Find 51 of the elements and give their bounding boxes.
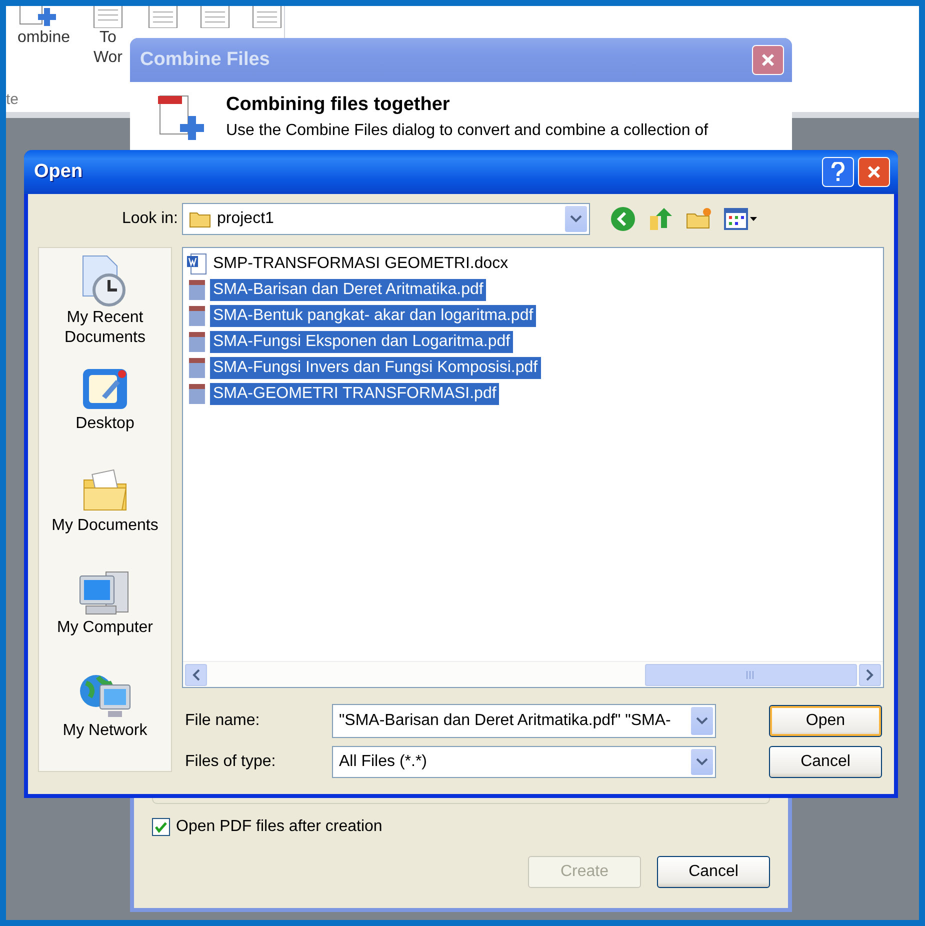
scroll-left-button[interactable] — [185, 664, 207, 686]
pdf-file-icon — [186, 279, 208, 301]
pdf-file-icon — [186, 383, 208, 405]
checkbox-label: Open PDF files after creation — [176, 818, 382, 836]
dialog-button[interactable]: Open — [769, 705, 882, 737]
file-type-label: Files of type: — [185, 753, 277, 771]
file-type-dropdown[interactable]: All Files (*.*) — [332, 746, 716, 778]
file-item[interactable]: SMA-GEOMETRI TRANSFORMASI.pdf — [186, 381, 880, 407]
file-item[interactable]: SMA-Bentuk pangkat- akar dan logaritma.pdf — [186, 303, 880, 329]
scroll-right-button[interactable] — [859, 664, 881, 686]
views-menu-icon[interactable] — [724, 207, 758, 231]
help-button[interactable] — [822, 157, 854, 187]
pdf-file-icon — [186, 357, 208, 379]
close-icon — [866, 164, 882, 180]
ribbon-button-label[interactable]: To Wor — [88, 28, 128, 68]
file-item[interactable]: SMA-Fungsi Invers dan Fungsi Komposisi.pdf — [186, 355, 880, 381]
back-icon[interactable] — [610, 206, 636, 232]
ribbon-button-label[interactable]: ombine — [6, 28, 70, 48]
dialog-heading: Combining files together — [226, 94, 451, 116]
grip-icon — [746, 671, 756, 679]
close-button[interactable] — [752, 45, 784, 75]
help-icon — [831, 162, 845, 182]
ribbon-group-label: te — [6, 91, 20, 110]
close-icon — [760, 52, 776, 68]
look-in-dropdown[interactable]: project1 — [182, 203, 590, 235]
scrollbar-thumb[interactable] — [645, 664, 857, 686]
check-icon — [155, 821, 167, 833]
file-name-field[interactable]: "SMA-Barisan dan Deret Aritmatika.pdf" "SMA- — [332, 704, 716, 738]
folder-icon — [189, 210, 211, 228]
file-item[interactable]: SMP-TRANSFORMASI GEOMETRI.docx — [186, 251, 880, 277]
place-shortcut[interactable]: My Network — [39, 670, 171, 772]
word-file-icon — [186, 253, 208, 275]
open-pdf-checkbox[interactable]: Open PDF files after creation — [152, 818, 770, 836]
dialog-description: Use the Combine Files dialog to convert and combine a collection of — [226, 122, 708, 140]
place-shortcut[interactable]: My Documents — [39, 466, 171, 566]
place-shortcut[interactable]: My Computer — [39, 568, 171, 669]
place-shortcut[interactable]: My Recent Documents — [39, 254, 171, 362]
file-item[interactable]: SMA-Barisan dan Deret Aritmatika.pdf — [186, 277, 880, 303]
look-in-label: Look in: — [120, 210, 179, 228]
file-item[interactable]: SMA-Fungsi Eksponen dan Logaritma.pdf — [186, 329, 880, 355]
place-shortcut[interactable]: Desktop — [39, 364, 171, 464]
checkbox[interactable] — [152, 818, 170, 836]
window-title: Combine Files — [140, 49, 271, 71]
pdf-file-icon — [186, 305, 208, 327]
pdf-file-icon — [186, 331, 208, 353]
window-title: Open — [34, 161, 84, 183]
close-button[interactable] — [858, 157, 890, 187]
file-name-label: File name: — [185, 712, 261, 730]
dialog-button[interactable]: Cancel — [657, 856, 770, 888]
up-folder-icon[interactable] — [648, 206, 674, 232]
dialog-button[interactable]: Cancel — [769, 746, 882, 778]
